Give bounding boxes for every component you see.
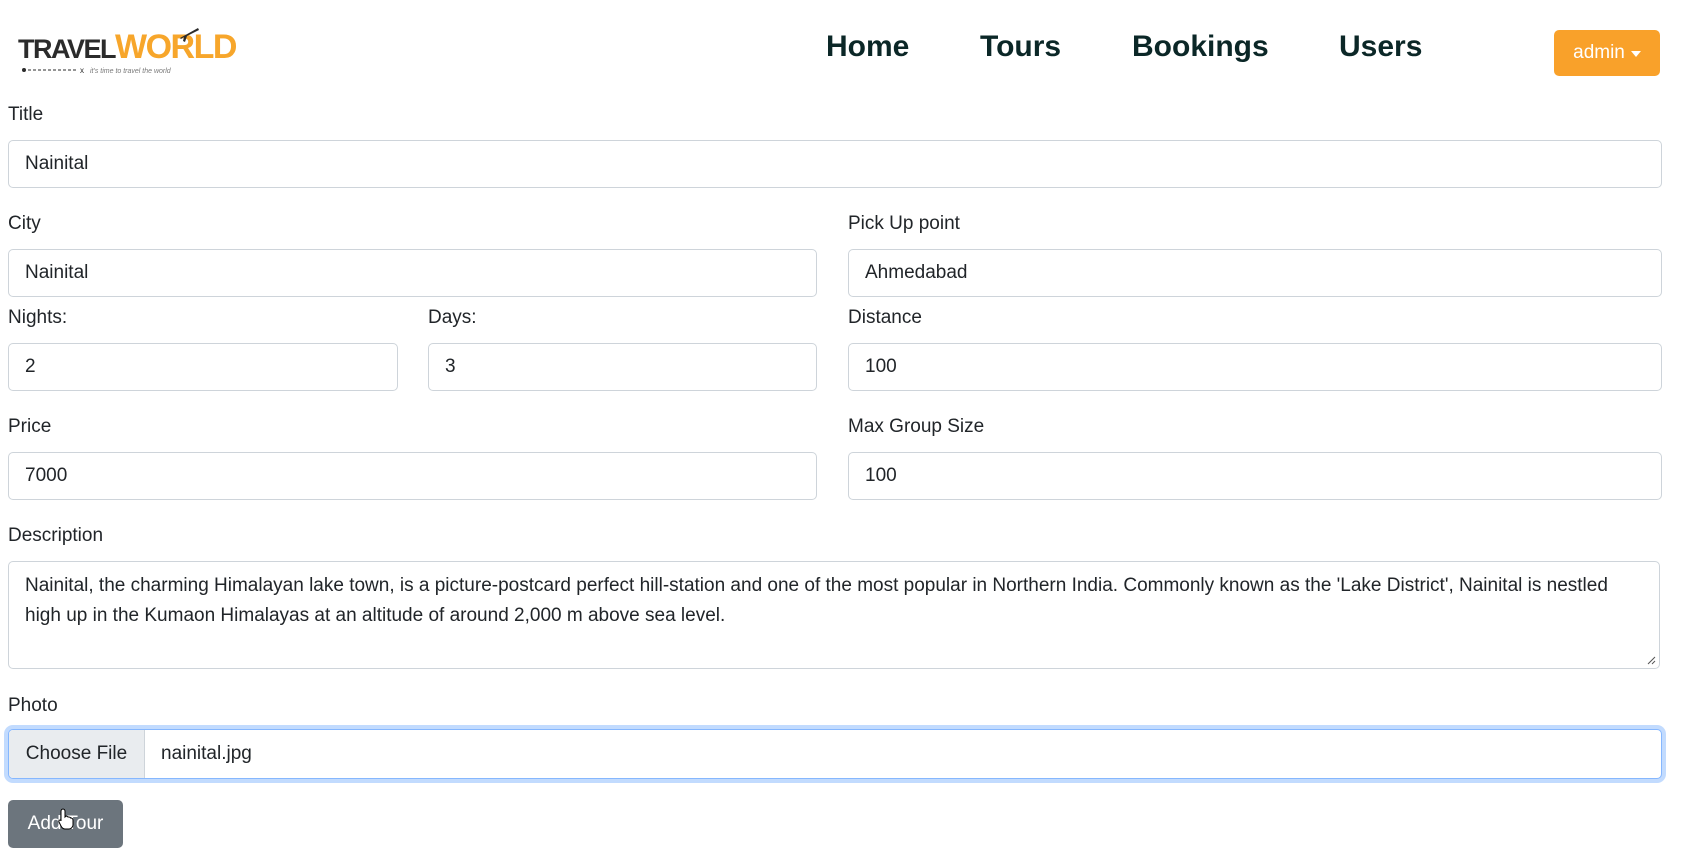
pickup-label: Pick Up point [848,213,960,234]
title-label: Title [8,104,44,125]
max-group-input[interactable]: 100 [848,452,1662,500]
caret-down-icon [1630,51,1641,57]
logo-tagline: it's time to travel the world [90,68,171,75]
max-group-label: Max Group Size [848,416,985,437]
file-name: nainital.jpg [161,743,252,764]
nights-input[interactable]: 2 [8,343,398,391]
description-text: Nainital, the charming Himalayan lake to… [25,575,1608,626]
nav-tours[interactable]: Tours [980,30,1061,64]
logo-wordmark: TRAVELWORLD [18,28,237,66]
nav-bookings[interactable]: Bookings [1132,30,1269,64]
price-input[interactable]: 7000 [8,452,817,500]
logo-travel-text: TRAVEL [18,34,117,64]
admin-label: admin [1573,42,1625,63]
photo-label: Photo [8,695,58,716]
price-label: Price [8,416,52,437]
distance-label: Distance [848,307,922,328]
admin-dropdown-button[interactable]: admin [1554,30,1660,76]
title-input[interactable]: Nainital [8,140,1662,188]
city-input[interactable]: Nainital [8,249,817,297]
city-label: City [8,213,41,234]
header: TRAVELWORLD x it's time to travel the wo… [0,0,1687,100]
photo-file-input[interactable]: Choose File nainital.jpg [8,729,1662,779]
logo[interactable]: TRAVELWORLD x it's time to travel the wo… [18,24,237,84]
airplane-icon [180,28,199,42]
resize-grip-icon[interactable] [1646,655,1656,665]
distance-input[interactable]: 100 [848,343,1662,391]
days-input[interactable]: 3 [428,343,817,391]
choose-file-button[interactable]: Choose File [9,730,145,778]
description-textarea[interactable]: Nainital, the charming Himalayan lake to… [8,561,1660,669]
pickup-input[interactable]: Ahmedabad [848,249,1662,297]
svg-text:x: x [80,66,84,74]
days-label: Days: [428,307,477,328]
page: TRAVELWORLD x it's time to travel the wo… [0,0,1687,856]
nav-users[interactable]: Users [1339,30,1422,64]
hand-pointer-icon [58,808,74,830]
nights-label: Nights: [8,307,68,328]
description-label: Description [8,525,104,546]
nav-home[interactable]: Home [826,30,909,64]
logo-world-text: WORLD [115,28,237,66]
